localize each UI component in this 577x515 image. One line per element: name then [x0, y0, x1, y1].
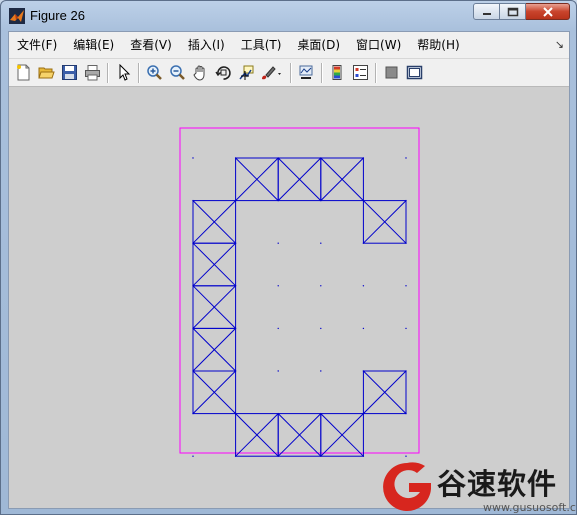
- save-button[interactable]: [58, 62, 80, 84]
- mesh-plot: [179, 127, 420, 457]
- show-plot-tools-icon: [406, 65, 422, 80]
- zoom-out-button[interactable]: [166, 62, 188, 84]
- figure-window: Figure 26 文件(F) 编辑(E) 查看(V) 插入(I) 工具(T) …: [0, 0, 577, 515]
- zoom-in-icon: [146, 65, 162, 80]
- menu-insert[interactable]: 插入(I): [180, 32, 233, 58]
- menu-window[interactable]: 窗口(W): [348, 32, 409, 58]
- watermark-url: www.gusuosoft.com: [483, 501, 576, 514]
- menu-view[interactable]: 查看(V): [122, 32, 180, 58]
- data-cursor-button[interactable]: [235, 62, 257, 84]
- menu-bar: 文件(F) 编辑(E) 查看(V) 插入(I) 工具(T) 桌面(D) 窗口(W…: [9, 32, 569, 59]
- toolbar-separator: [321, 62, 323, 83]
- plot-area[interactable]: [9, 88, 569, 508]
- dock-arrow-icon[interactable]: ↘: [555, 38, 564, 51]
- minimize-icon: [482, 12, 491, 15]
- pointer-button[interactable]: [112, 62, 134, 84]
- brush-button[interactable]: [258, 62, 286, 84]
- hide-plot-tools-button[interactable]: [380, 62, 402, 84]
- show-plot-tools-button[interactable]: [403, 62, 425, 84]
- link-plot-button[interactable]: [295, 62, 317, 84]
- mesh-node: [362, 285, 365, 287]
- maximize-icon: [507, 7, 518, 16]
- print-icon: [84, 65, 100, 81]
- print-button[interactable]: [81, 62, 103, 84]
- zoom-in-button[interactable]: [143, 62, 165, 84]
- zoom-out-icon: [169, 65, 185, 80]
- toolbar-separator: [138, 62, 140, 83]
- open-file-icon: [37, 67, 55, 79]
- open-file-button[interactable]: [35, 62, 57, 84]
- link-plot-icon: [299, 65, 312, 79]
- toolbar-separator: [107, 62, 109, 83]
- pointer-icon: [119, 64, 130, 81]
- caption-buttons: [473, 3, 570, 22]
- brush-icon: [262, 66, 281, 80]
- toolbar-separator: [375, 62, 377, 83]
- mesh-node: [192, 157, 194, 159]
- close-button[interactable]: [526, 3, 570, 20]
- mesh-node: [320, 370, 322, 372]
- menu-edit[interactable]: 编辑(E): [65, 32, 122, 58]
- mesh-node: [362, 327, 365, 330]
- figure-toolbar: [9, 59, 569, 87]
- watermark-logo-icon: [383, 462, 431, 511]
- mesh-node: [192, 455, 194, 457]
- mesh-node: [277, 327, 279, 330]
- mesh-node: [405, 157, 407, 159]
- window-title: Figure 26: [30, 8, 85, 23]
- rotate-3d-button[interactable]: [212, 62, 234, 84]
- minimize-button[interactable]: [473, 3, 500, 20]
- hide-plot-tools-icon: [385, 66, 397, 79]
- legend-icon: [352, 65, 368, 80]
- save-icon: [61, 65, 77, 80]
- colorbar-button[interactable]: [326, 62, 348, 84]
- mesh-node: [277, 285, 279, 287]
- pan-hand-icon: [192, 65, 204, 81]
- mesh-node: [405, 455, 407, 457]
- axes-box: [179, 127, 420, 454]
- data-cursor-icon: [238, 65, 253, 80]
- title-bar[interactable]: Figure 26: [1, 1, 576, 31]
- mesh-node: [320, 327, 322, 330]
- legend-button[interactable]: [349, 62, 371, 84]
- menu-file[interactable]: 文件(F): [9, 32, 65, 58]
- close-icon: [542, 6, 553, 17]
- rotate-3d-icon: [214, 66, 231, 80]
- menu-desktop[interactable]: 桌面(D): [289, 32, 348, 58]
- pan-button[interactable]: [189, 62, 211, 84]
- menu-help[interactable]: 帮助(H): [409, 32, 467, 58]
- mesh-node: [277, 242, 279, 244]
- matlab-logo-icon: [9, 8, 25, 24]
- mesh-node: [277, 370, 279, 372]
- figure-client-area: 文件(F) 编辑(E) 查看(V) 插入(I) 工具(T) 桌面(D) 窗口(W…: [8, 31, 570, 509]
- new-figure-icon: [16, 64, 29, 81]
- mesh-node: [320, 242, 322, 244]
- menu-tools[interactable]: 工具(T): [233, 32, 290, 58]
- colorbar-icon: [332, 65, 341, 80]
- mesh-node: [405, 285, 407, 287]
- new-figure-button[interactable]: [12, 62, 34, 84]
- watermark-text: 谷速软件: [437, 467, 558, 501]
- toolbar-separator: [290, 62, 292, 83]
- watermark: 谷速软件 www.gusuosoft.com: [379, 459, 576, 514]
- mesh-node: [405, 327, 407, 330]
- mesh-node: [320, 285, 322, 287]
- maximize-button[interactable]: [500, 3, 526, 20]
